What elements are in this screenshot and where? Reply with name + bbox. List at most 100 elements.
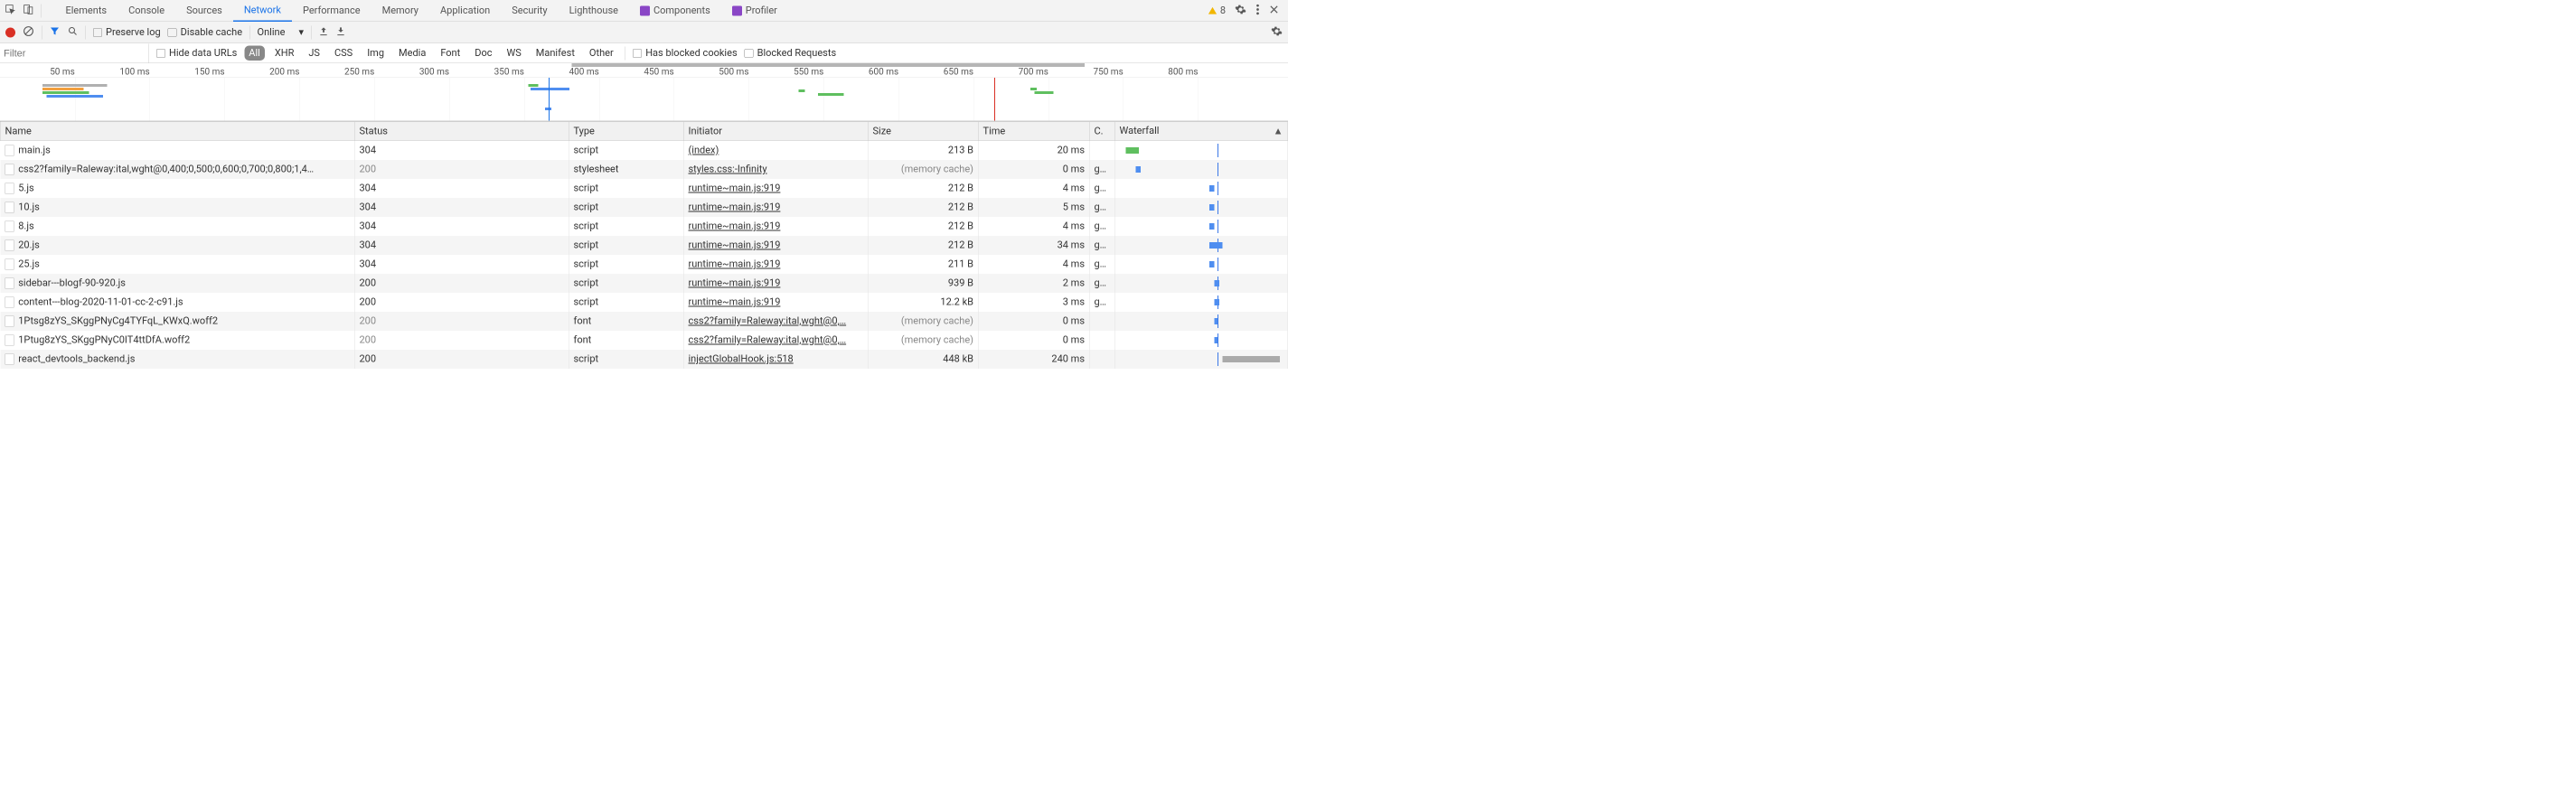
table-row[interactable]: react_devtools_backend.js200scriptinject…: [0, 350, 1288, 369]
col-waterfall-header[interactable]: Waterfall▲: [1114, 121, 1288, 141]
preserve-log-checkbox[interactable]: Preserve log: [93, 27, 161, 39]
tab-network[interactable]: Network: [233, 0, 292, 22]
table-row[interactable]: 20.js304scriptruntime~main.js:919212 B34…: [0, 236, 1288, 255]
tick-label: 750 ms: [1093, 66, 1123, 77]
disable-cache-checkbox[interactable]: Disable cache: [168, 27, 242, 39]
tick-label: 300 ms: [419, 66, 449, 77]
initiator-link[interactable]: css2?family=Raleway:ital,wght@0,…: [689, 315, 847, 327]
col-initiator-header[interactable]: Initiator: [683, 121, 868, 141]
divider: [86, 25, 87, 39]
filter-chip-font[interactable]: Font: [436, 46, 465, 61]
settings-icon[interactable]: [1235, 4, 1246, 18]
initiator-link[interactable]: styles.css:-Infinity: [689, 164, 767, 175]
more-icon[interactable]: [1255, 4, 1260, 18]
file-icon: [5, 183, 14, 194]
table-row[interactable]: sidebar---blogf-90-920.js200scriptruntim…: [0, 274, 1288, 293]
tick-label: 350 ms: [494, 66, 524, 77]
col-c-header[interactable]: C.: [1089, 121, 1114, 141]
file-icon: [5, 316, 14, 327]
overview-timeline[interactable]: 50 ms100 ms150 ms200 ms250 ms300 ms350 m…: [0, 63, 1288, 121]
tick-label: 50 ms: [50, 66, 75, 77]
filter-chip-img[interactable]: Img: [362, 46, 389, 61]
hide-data-urls-checkbox[interactable]: Hide data URLs: [156, 48, 237, 60]
device-toggle-icon[interactable]: [23, 4, 34, 18]
filter-chip-all[interactable]: All: [244, 46, 265, 61]
filter-chip-css[interactable]: CSS: [330, 46, 357, 61]
col-status-header[interactable]: Status: [354, 121, 569, 141]
tab-performance[interactable]: Performance: [292, 0, 371, 22]
initiator-link[interactable]: runtime~main.js:919: [689, 277, 781, 289]
initiator-link[interactable]: runtime~main.js:919: [689, 239, 781, 251]
blocked-requests-checkbox[interactable]: Blocked Requests: [745, 48, 837, 60]
react-badge-icon: [640, 5, 650, 15]
inspect-icon[interactable]: [5, 4, 16, 18]
download-icon[interactable]: [335, 26, 345, 39]
warning-badge[interactable]: 8: [1208, 5, 1226, 17]
col-time-header[interactable]: Time: [978, 121, 1089, 141]
col-name-header[interactable]: Name: [0, 121, 354, 141]
tick-label: 450 ms: [644, 66, 673, 77]
file-icon: [5, 354, 14, 365]
table-row[interactable]: 1Ptsg8zYS_SKggPNyCg4TYFqL_KWxQ.woff2200f…: [0, 312, 1288, 331]
initiator-link[interactable]: runtime~main.js:919: [689, 183, 781, 194]
table-row[interactable]: 10.js304scriptruntime~main.js:919212 B5 …: [0, 198, 1288, 217]
initiator-link[interactable]: runtime~main.js:919: [689, 202, 781, 213]
tab-application[interactable]: Application: [429, 0, 501, 22]
tab-components[interactable]: Components: [629, 0, 721, 22]
table-row[interactable]: css2?family=Raleway:ital,wght@0,400;0,50…: [0, 160, 1288, 179]
filter-chip-media[interactable]: Media: [394, 46, 430, 61]
waterfall-cell: [1120, 352, 1283, 366]
filter-chip-manifest[interactable]: Manifest: [531, 46, 579, 61]
file-icon: [5, 164, 14, 175]
tick-label: 250 ms: [344, 66, 374, 77]
tick-label: 400 ms: [569, 66, 599, 77]
tab-security[interactable]: Security: [501, 0, 558, 22]
filter-input[interactable]: [0, 43, 149, 62]
tab-memory[interactable]: Memory: [371, 0, 429, 22]
close-icon[interactable]: [1269, 5, 1279, 17]
col-size-header[interactable]: Size: [868, 121, 978, 141]
filter-chip-ws[interactable]: WS: [502, 46, 525, 61]
initiator-link[interactable]: (index): [689, 145, 719, 156]
table-row[interactable]: 8.js304scriptruntime~main.js:919212 B4 m…: [0, 217, 1288, 236]
table-row[interactable]: 1Ptug8zYS_SKggPNyC0IT4ttDfA.woff2200font…: [0, 331, 1288, 350]
filter-chip-doc[interactable]: Doc: [470, 46, 496, 61]
search-icon[interactable]: [68, 25, 79, 39]
table-row[interactable]: content---blog-2020-11-01-cc-2-c91.js200…: [0, 293, 1288, 312]
waterfall-cell: [1120, 333, 1283, 347]
table-row[interactable]: 5.js304scriptruntime~main.js:919212 B4 m…: [0, 179, 1288, 198]
tab-console[interactable]: Console: [118, 0, 175, 22]
upload-icon[interactable]: [318, 26, 328, 39]
initiator-link[interactable]: runtime~main.js:919: [689, 296, 781, 308]
chevron-down-icon: ▾: [298, 27, 304, 39]
tick-label: 800 ms: [1168, 66, 1198, 77]
tab-lighthouse[interactable]: Lighthouse: [559, 0, 629, 22]
table-row[interactable]: 25.js304scriptruntime~main.js:919211 B4 …: [0, 255, 1288, 274]
scrub-handle[interactable]: [572, 63, 1085, 67]
table-row[interactable]: main.js304script(index)213 B20 ms: [0, 141, 1288, 160]
tick-label: 150 ms: [194, 66, 224, 77]
waterfall-cell: [1120, 201, 1283, 214]
tab-sources[interactable]: Sources: [175, 0, 233, 22]
tab-elements[interactable]: Elements: [55, 0, 118, 22]
sort-arrow-icon: ▲: [1274, 126, 1283, 137]
file-icon: [5, 297, 14, 308]
throttling-select[interactable]: Online ▾: [258, 27, 304, 39]
clear-button[interactable]: [23, 25, 34, 40]
waterfall-cell: [1120, 163, 1283, 176]
record-button[interactable]: [5, 27, 15, 37]
settings-icon[interactable]: [1271, 25, 1283, 40]
filter-chip-other[interactable]: Other: [585, 46, 618, 61]
initiator-link[interactable]: runtime~main.js:919: [689, 258, 781, 270]
domcontent-marker: [549, 78, 550, 121]
filter-chip-xhr[interactable]: XHR: [270, 46, 299, 61]
initiator-link[interactable]: runtime~main.js:919: [689, 220, 781, 232]
filter-icon[interactable]: [50, 25, 61, 39]
initiator-link[interactable]: css2?family=Raleway:ital,wght@0,…: [689, 334, 847, 346]
initiator-link[interactable]: injectGlobalHook.js:518: [689, 353, 794, 365]
tab-profiler[interactable]: Profiler: [721, 0, 788, 22]
col-type-header[interactable]: Type: [569, 121, 683, 141]
has-blocked-cookies-checkbox[interactable]: Has blocked cookies: [633, 48, 737, 60]
filter-chip-js[interactable]: JS: [304, 46, 324, 61]
tick-label: 550 ms: [794, 66, 823, 77]
